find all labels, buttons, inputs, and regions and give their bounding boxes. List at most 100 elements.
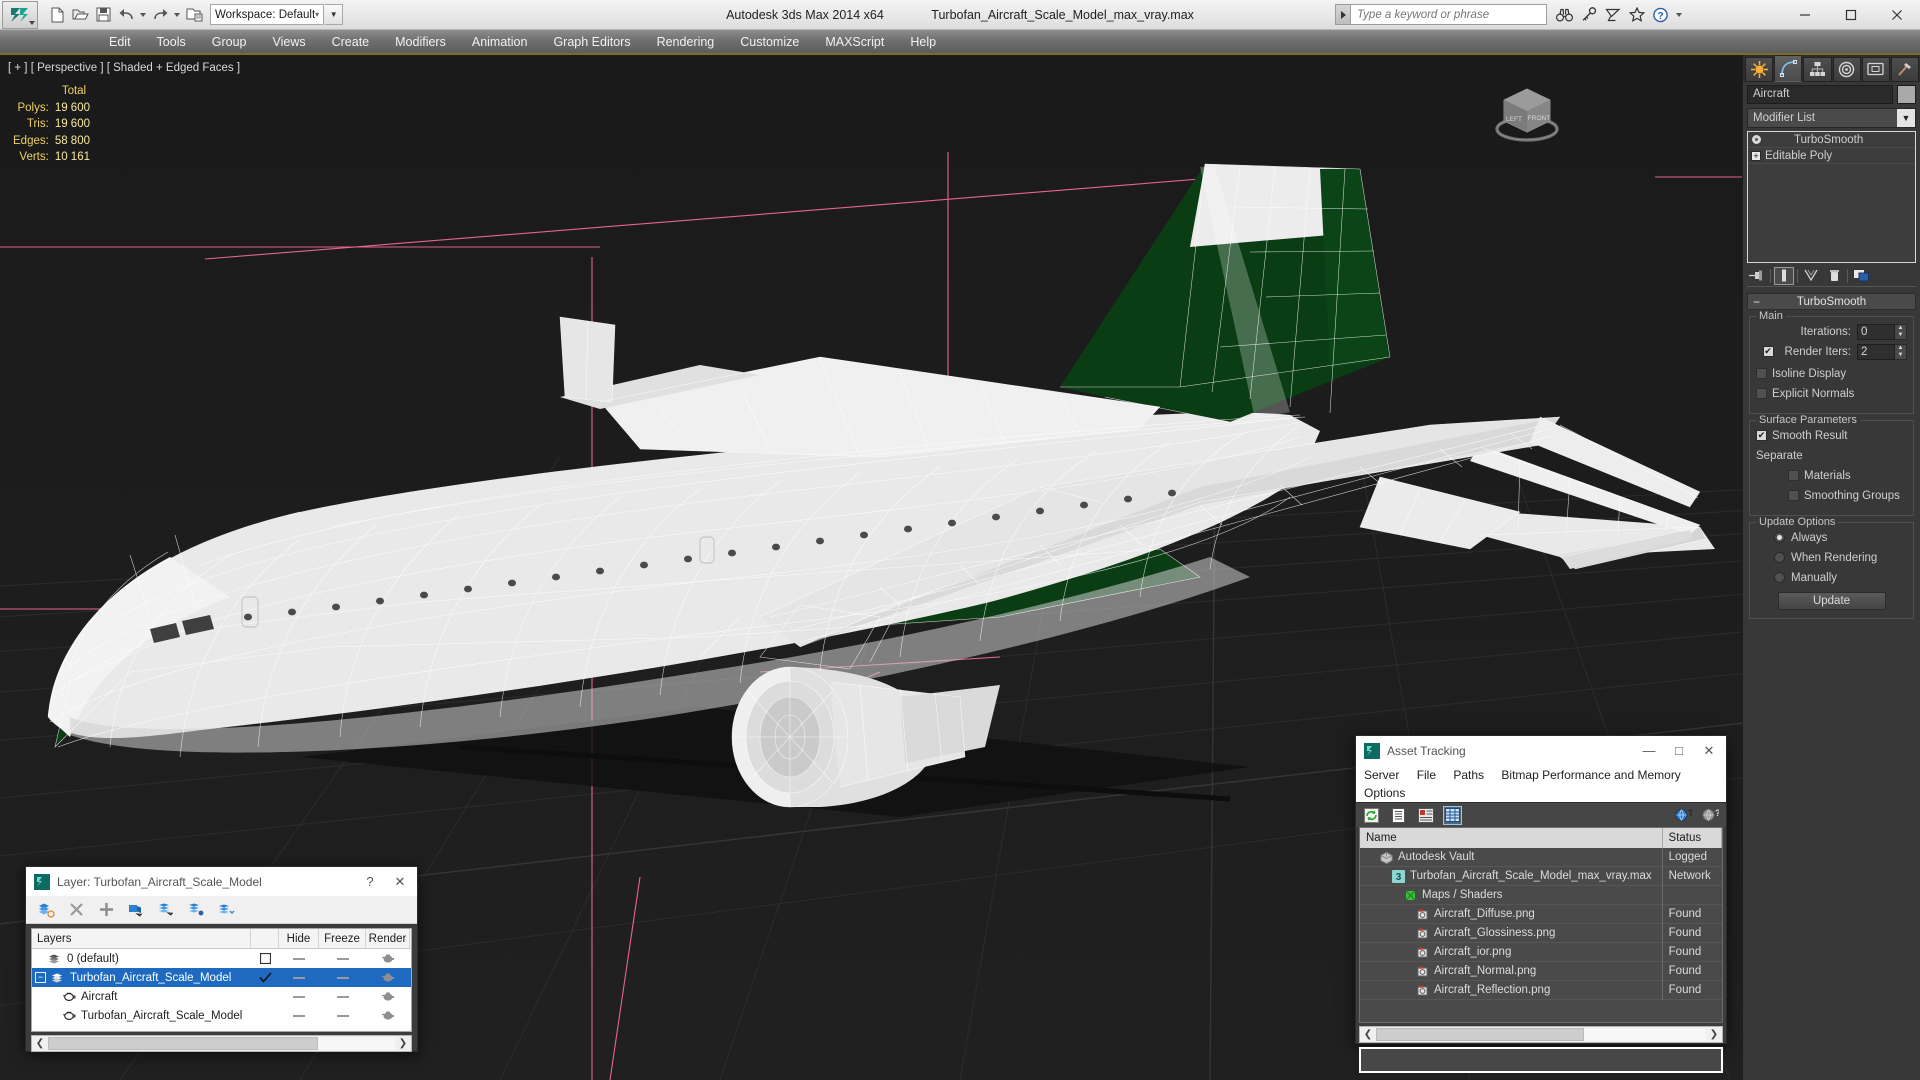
iterations-spinner[interactable]: ▲▼	[1857, 323, 1907, 340]
show-end-result-button[interactable]	[1774, 266, 1794, 285]
scroll-right-arrow-icon[interactable]: ❯	[1706, 1027, 1722, 1042]
table-row[interactable]: Maps / Shaders	[1360, 885, 1722, 905]
iterations-input[interactable]	[1857, 323, 1895, 340]
view-cube[interactable]: LEFT FRONT	[1490, 83, 1564, 147]
smooth-result-row[interactable]: Smooth Result	[1756, 427, 1907, 444]
render-toggle[interactable]	[366, 1006, 410, 1025]
lightbulb-icon[interactable]	[1751, 134, 1762, 145]
application-menu-button[interactable]	[2, 0, 38, 29]
isoline-display-row[interactable]: Isoline Display	[1756, 365, 1907, 382]
menu-item-edit[interactable]: Edit	[96, 32, 144, 52]
make-unique-button[interactable]	[1801, 267, 1821, 285]
iterations-spinner-buttons[interactable]: ▲ ▼	[1895, 323, 1907, 340]
render-iters-checkbox[interactable]	[1762, 346, 1774, 357]
configure-modifier-sets-button[interactable]	[1851, 267, 1871, 285]
menu-item-views[interactable]: Views	[259, 32, 318, 52]
object-name-field[interactable]: Aircraft	[1747, 85, 1893, 104]
maximize-button[interactable]	[1828, 0, 1874, 30]
menu-item-maxscript[interactable]: MAXScript	[812, 32, 897, 52]
key-icon[interactable]	[1578, 4, 1599, 25]
workspace-dropdown-button[interactable]: ▼	[325, 4, 344, 25]
menu-item-animation[interactable]: Animation	[459, 32, 541, 52]
layer-dialog-titlebar[interactable]: Layer: Turbofan_Aircraft_Scale_Model ? ✕	[26, 867, 417, 896]
maximize-button[interactable]: □	[1664, 737, 1694, 764]
close-button[interactable]: ✕	[385, 868, 415, 895]
scroll-left-arrow-icon[interactable]: ❮	[1360, 1027, 1376, 1042]
modifier-list-dropdown[interactable]: Modifier List ▼	[1747, 108, 1916, 128]
explicit-normals-row[interactable]: Explicit Normals	[1756, 385, 1907, 402]
close-button[interactable]	[1874, 0, 1920, 30]
create-tab[interactable]	[1745, 57, 1774, 82]
materials-checkbox[interactable]	[1788, 470, 1799, 481]
table-row[interactable]: 0 (default)	[32, 949, 411, 968]
scroll-left-arrow-icon[interactable]: ❮	[32, 1036, 48, 1051]
save-file-icon[interactable]	[92, 4, 114, 26]
render-iters-spinner[interactable]: ▲▼	[1857, 343, 1907, 360]
hide-toggle[interactable]	[279, 968, 319, 987]
scrollbar-thumb[interactable]	[48, 1037, 318, 1050]
menu-item-server[interactable]: Server	[1364, 768, 1399, 782]
table-row[interactable]: Aircraft_Glossiness.png Found	[1360, 923, 1722, 943]
rollout-header-turbosmooth[interactable]: − TurboSmooth	[1747, 293, 1916, 310]
table-row[interactable]: Turbofan_Aircraft_Scale_Model	[32, 1006, 411, 1025]
delete-layer-icon[interactable]	[66, 900, 86, 920]
explicit-normals-checkbox[interactable]	[1756, 388, 1767, 399]
freeze-toggle[interactable]	[319, 987, 366, 1006]
help-question-icon[interactable]: ?	[1650, 4, 1671, 25]
search-expand-button[interactable]	[1335, 4, 1351, 25]
table-row[interactable]: Aircraft_ior.png Found	[1360, 942, 1722, 962]
favorites-star-icon[interactable]	[1626, 4, 1647, 25]
highlight-selected-objects-icon[interactable]	[186, 900, 206, 920]
menu-item-rendering[interactable]: Rendering	[644, 32, 728, 52]
hide-toggle[interactable]	[279, 949, 319, 968]
asset-tracking-grid[interactable]: Name Status Autodesk Vault Logged 3 Turb…	[1359, 827, 1723, 1023]
modify-tab[interactable]	[1774, 55, 1803, 82]
help-dropdown-icon[interactable]	[1676, 12, 1682, 17]
expand-plus-icon[interactable]: +	[1751, 150, 1761, 161]
undo-dropdown-icon[interactable]	[140, 12, 146, 17]
menu-item-file[interactable]: File	[1417, 768, 1436, 782]
modifier-stack[interactable]: TurboSmooth + Editable Poly	[1747, 131, 1916, 263]
open-file-icon[interactable]	[69, 4, 91, 26]
asset-tracking-dialog[interactable]: Asset Tracking — □ ✕ Server File Paths B…	[1355, 735, 1727, 1073]
motion-tab[interactable]	[1832, 57, 1861, 82]
table-row[interactable]: − Turbofan_Aircraft_Scale_Model	[32, 968, 411, 987]
pin-stack-button[interactable]	[1747, 267, 1767, 285]
grid-view-icon[interactable]	[1443, 805, 1462, 825]
menu-item-graph-editors[interactable]: Graph Editors	[540, 32, 643, 52]
satellite-dish-icon[interactable]	[1602, 4, 1623, 25]
menu-item-tools[interactable]: Tools	[144, 32, 199, 52]
smooth-result-checkbox[interactable]	[1756, 430, 1767, 441]
display-tab[interactable]	[1861, 57, 1890, 82]
new-file-icon[interactable]	[46, 4, 68, 26]
remove-modifier-button[interactable]	[1824, 267, 1844, 285]
render-toggle[interactable]	[366, 968, 410, 987]
menu-item-bitmap-performance[interactable]: Bitmap Performance and Memory	[1501, 768, 1680, 782]
materials-row[interactable]: Materials	[1756, 467, 1907, 484]
stack-item-editable-poly[interactable]: + Editable Poly	[1748, 148, 1915, 164]
list-view-icon[interactable]	[1389, 806, 1408, 825]
table-row[interactable]: Aircraft_Reflection.png Found	[1360, 980, 1722, 1000]
menu-item-create[interactable]: Create	[319, 32, 383, 52]
utilities-tab[interactable]	[1890, 57, 1920, 82]
isoline-display-checkbox[interactable]	[1756, 368, 1767, 379]
current-layer-check[interactable]	[251, 968, 279, 987]
render-iters-spinner-buttons[interactable]: ▲ ▼	[1895, 343, 1907, 360]
menu-item-paths[interactable]: Paths	[1453, 768, 1484, 782]
scrollbar-thumb[interactable]	[1376, 1028, 1584, 1041]
hierarchy-tab[interactable]	[1803, 57, 1832, 82]
stack-item-turbosmooth[interactable]: TurboSmooth	[1748, 132, 1915, 148]
update-manually-row[interactable]: Manually	[1756, 569, 1907, 586]
create-new-layer-icon[interactable]	[36, 900, 56, 920]
asset-status-field[interactable]	[1359, 1047, 1723, 1073]
update-always-row[interactable]: Always	[1756, 529, 1907, 546]
refresh-icon[interactable]	[1362, 806, 1381, 825]
set-project-folder-icon[interactable]	[183, 4, 205, 26]
search-input[interactable]	[1351, 4, 1547, 25]
redo-icon[interactable]	[149, 4, 171, 26]
freeze-toggle[interactable]	[319, 949, 366, 968]
help-globe-icon[interactable]: ?	[1674, 806, 1693, 825]
freeze-toggle[interactable]	[319, 968, 366, 987]
table-row[interactable]: Aircraft	[32, 987, 411, 1006]
object-color-swatch[interactable]	[1897, 85, 1916, 104]
